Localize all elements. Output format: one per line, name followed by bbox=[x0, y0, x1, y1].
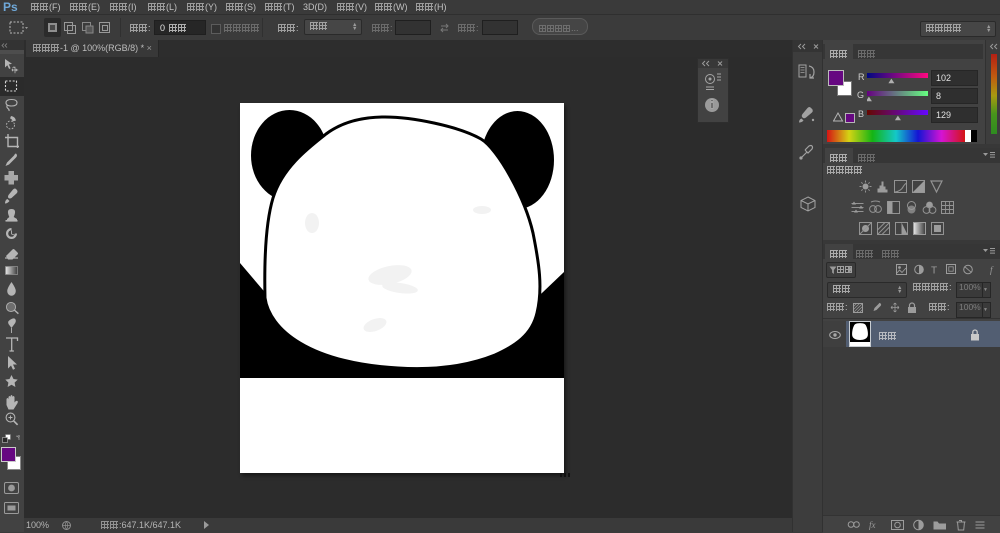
svg-text:fx: fx bbox=[869, 520, 876, 530]
svg-text:T: T bbox=[931, 266, 937, 277]
svg-text:f: f bbox=[990, 265, 994, 275]
